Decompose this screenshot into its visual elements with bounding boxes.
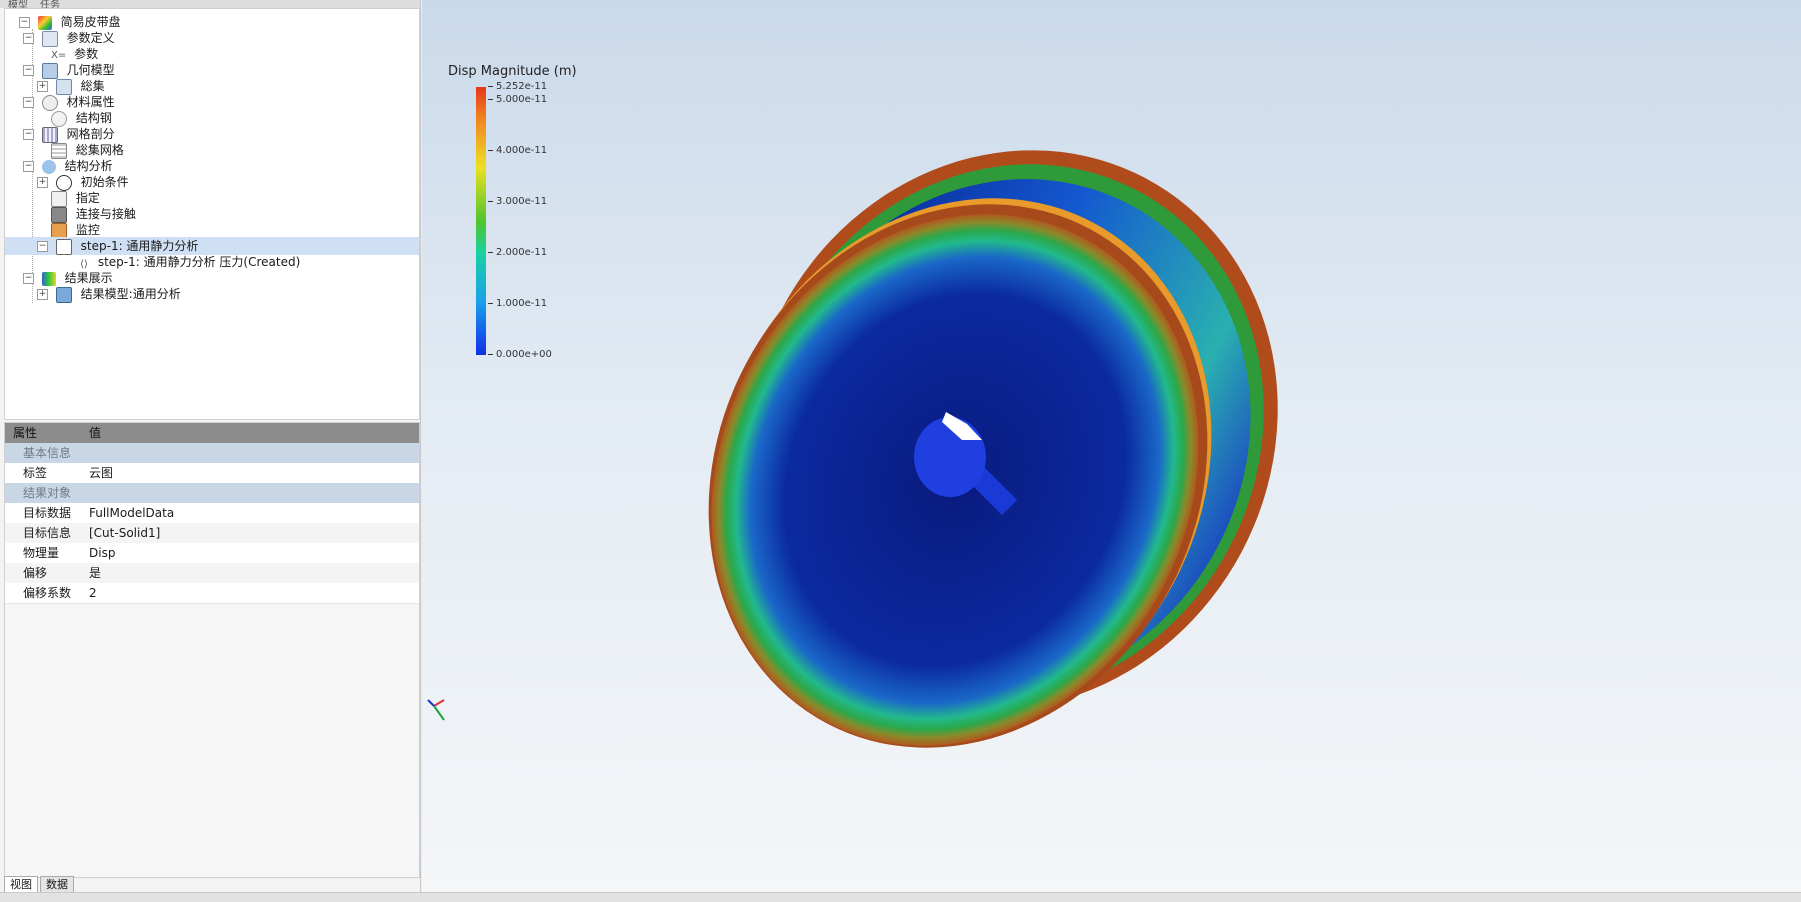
property-row[interactable]: 目标信息 [Cut-Solid1] xyxy=(5,523,419,544)
property-key: 目标数据 xyxy=(23,506,72,520)
analysis-icon xyxy=(41,159,56,174)
property-group-result[interactable]: 结果对象 xyxy=(5,483,419,503)
property-header-key: 属性 xyxy=(13,426,38,440)
property-value[interactable]: 云图 xyxy=(89,463,113,483)
tree-item-label: 指定 xyxy=(75,191,100,205)
property-value[interactable]: 是 xyxy=(89,563,101,583)
param-prefix: X= xyxy=(51,50,67,61)
model-tree-panel: 模型 任务 − 简易皮带盘 − 参数定义 X= 参数 − 几何模型 + 総集 −… xyxy=(0,0,421,901)
tree-item-label: step-1: 通用静力分析 压力(Created) xyxy=(97,255,301,269)
property-key: 偏移系数 xyxy=(23,586,72,600)
tree-item-label: step-1: 通用静力分析 xyxy=(80,239,199,253)
property-group-label: 基本信息 xyxy=(23,446,72,460)
tree-item-label: 网格剖分 xyxy=(66,127,115,141)
collapse-icon[interactable]: − xyxy=(23,97,34,108)
axis-triad-icon xyxy=(427,699,445,721)
pulley-model-render[interactable] xyxy=(422,0,1801,892)
property-key: 物理量 xyxy=(23,546,60,560)
property-row[interactable]: 物理量 Disp xyxy=(5,543,419,564)
tree-item-label: 连接与接触 xyxy=(75,207,136,221)
tree-item-label: 结果模型:通用分析 xyxy=(80,287,181,301)
result-model-icon xyxy=(55,286,72,303)
property-row[interactable]: 标签 云图 xyxy=(5,463,419,484)
tree-item-label: 结构分析 xyxy=(64,159,113,173)
property-key: 标签 xyxy=(23,466,48,480)
property-value[interactable]: Disp xyxy=(89,543,115,563)
property-header: 属性 值 xyxy=(5,423,419,443)
collapse-icon[interactable]: − xyxy=(19,17,30,28)
step-icon xyxy=(55,238,72,255)
property-header-value: 值 xyxy=(89,426,102,440)
tree-item-label: 初始条件 xyxy=(80,175,129,189)
expand-icon[interactable]: + xyxy=(37,289,48,300)
property-row[interactable]: 偏移 是 xyxy=(5,563,419,584)
tree-item-result-model[interactable]: + 结果模型:通用分析 xyxy=(37,285,181,303)
tree-item-label: 监控 xyxy=(75,223,100,237)
tree-item-label: 参数定义 xyxy=(66,31,115,45)
model-root-icon xyxy=(37,15,52,30)
tree-item-label: 材料属性 xyxy=(66,95,115,109)
property-value[interactable]: FullModelData xyxy=(89,503,174,523)
property-value[interactable]: [Cut-Solid1] xyxy=(89,523,160,543)
tree-item-label: 结果展示 xyxy=(64,271,113,285)
property-row[interactable]: 目标数据 FullModelData xyxy=(5,503,419,524)
collapse-icon[interactable]: − xyxy=(23,273,34,284)
collapse-icon[interactable]: − xyxy=(23,129,34,140)
panel-tabs: 模型 任务 xyxy=(0,0,420,11)
property-row[interactable]: 偏移系数 2 xyxy=(5,583,419,604)
tree-item-label: 结构钢 xyxy=(75,111,112,125)
collapse-icon[interactable]: − xyxy=(37,241,48,252)
3d-viewport[interactable]: Disp Magnitude (m) 5.252e-11 5.000e-11 4… xyxy=(422,0,1801,892)
property-panel: 属性 值 基本信息 标签 云图 结果对象 目标数据 FullModelData … xyxy=(4,422,420,878)
tree-item-label: 総集 xyxy=(80,79,105,93)
tree-item-label: 几何模型 xyxy=(66,63,115,77)
property-group-label: 结果对象 xyxy=(23,486,72,500)
tree-item-label: 総集网格 xyxy=(75,143,124,157)
collapse-icon[interactable]: − xyxy=(23,33,34,44)
property-key: 目标信息 xyxy=(23,526,72,540)
tree-item-label: 参数 xyxy=(74,47,99,61)
model-tree: − 简易皮带盘 − 参数定义 X= 参数 − 几何模型 + 総集 − 材料属性 xyxy=(4,8,420,420)
property-group-basic[interactable]: 基本信息 xyxy=(5,443,419,463)
property-key: 偏移 xyxy=(23,566,48,580)
collapse-icon[interactable]: − xyxy=(23,65,34,76)
tree-root-label: 简易皮带盘 xyxy=(60,15,121,29)
collapse-icon[interactable]: − xyxy=(23,161,34,172)
result-icon xyxy=(41,271,56,286)
expand-icon[interactable]: + xyxy=(37,177,48,188)
property-value[interactable]: 2 xyxy=(89,583,97,603)
bottom-tabs: 视图 数据 xyxy=(4,876,418,894)
pressure-icon: ⟨⟩ xyxy=(80,258,88,270)
expand-icon[interactable]: + xyxy=(37,81,48,92)
